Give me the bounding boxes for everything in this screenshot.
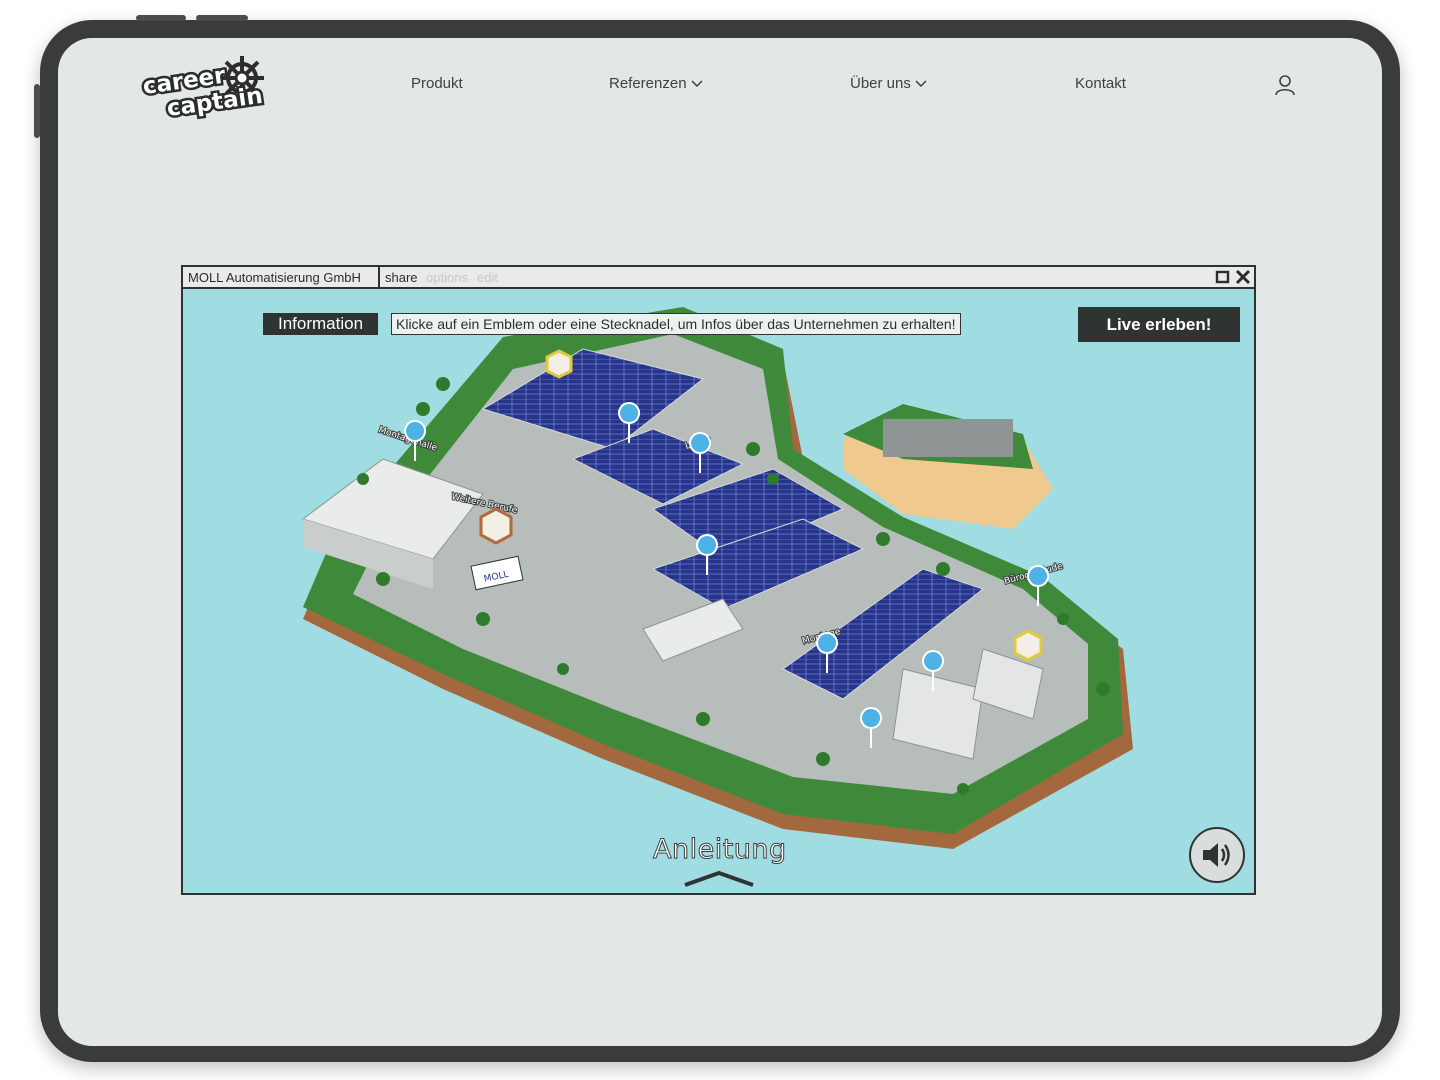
anleitung-button[interactable]: Anleitung bbox=[653, 834, 787, 866]
information-text: Klicke auf ein Emblem oder eine Stecknad… bbox=[391, 313, 961, 335]
chevron-down-icon bbox=[915, 79, 927, 87]
tablet-top-button-1 bbox=[136, 15, 186, 21]
emblem-buero bbox=[1013, 629, 1043, 662]
speaker-icon bbox=[1203, 843, 1230, 867]
edit-link[interactable]: edit bbox=[477, 270, 498, 285]
chevron-down-icon bbox=[691, 79, 703, 87]
user-icon[interactable] bbox=[1274, 74, 1296, 96]
close-icon[interactable] bbox=[1235, 269, 1251, 285]
nav-produkt-label: Produkt bbox=[411, 75, 463, 92]
3d-company-map[interactable]: MOLL Montagehalle Weitere Berufe Lager M… bbox=[183, 289, 1254, 893]
sound-button[interactable] bbox=[1189, 827, 1245, 883]
tablet-screen: career captain Produkt Referenzen Über u… bbox=[58, 38, 1382, 1046]
emblem-weitere-berufe bbox=[479, 507, 513, 545]
tour-window: MOLL Automatisierung GmbH share options … bbox=[181, 265, 1256, 895]
chevron-up-icon[interactable] bbox=[681, 867, 757, 889]
nav-produkt[interactable]: Produkt bbox=[411, 75, 463, 92]
window-titlebar: MOLL Automatisierung GmbH share options … bbox=[183, 267, 1254, 289]
nav-kontakt-label: Kontakt bbox=[1075, 75, 1126, 92]
live-erleben-button[interactable]: Live erleben! bbox=[1078, 307, 1240, 342]
nav-referenzen[interactable]: Referenzen bbox=[609, 75, 703, 92]
tablet-top-button-2 bbox=[196, 15, 248, 21]
nav-kontakt[interactable]: Kontakt bbox=[1075, 75, 1126, 92]
nav-ueber-uns[interactable]: Über uns bbox=[850, 75, 927, 92]
nav-ueber-uns-label: Über uns bbox=[850, 75, 911, 92]
window-title: MOLL Automatisierung GmbH bbox=[188, 270, 361, 285]
information-label: Information bbox=[263, 313, 379, 335]
nav-referenzen-label: Referenzen bbox=[609, 75, 687, 92]
options-link[interactable]: options bbox=[426, 270, 468, 285]
maximize-icon[interactable] bbox=[1215, 269, 1231, 285]
career-captain-logo[interactable]: career captain bbox=[138, 48, 278, 124]
emblem-technik bbox=[545, 349, 573, 379]
share-link[interactable]: share bbox=[385, 270, 418, 285]
island-illustration: MOLL Montagehalle Weitere Berufe Lager M… bbox=[183, 289, 1254, 893]
tablet-side-button bbox=[34, 84, 40, 138]
titlebar-divider bbox=[378, 267, 380, 289]
